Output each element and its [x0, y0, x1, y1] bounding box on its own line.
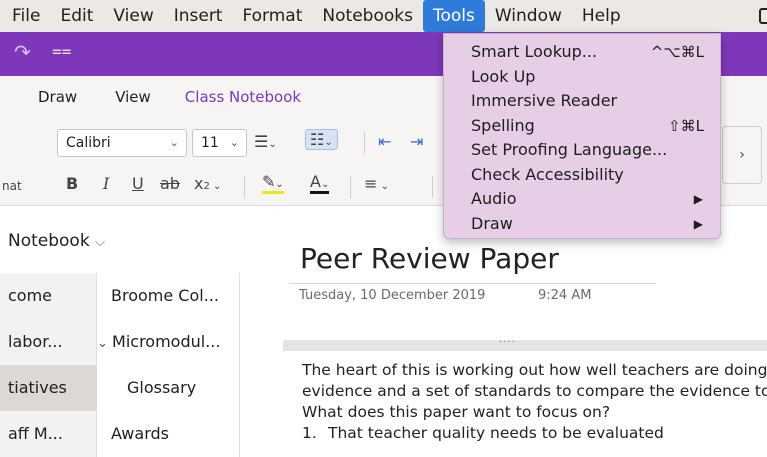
section-list: come labor... tiatives aff M...: [0, 273, 97, 457]
menu-item-label: Spelling: [471, 115, 535, 135]
subscript-icon[interactable]: x2 ⌄: [194, 174, 221, 193]
font-size-value: 11: [201, 135, 219, 151]
note-container-handle[interactable]: ····: [283, 337, 767, 351]
decrease-indent-icon[interactable]: ⇤: [378, 132, 391, 151]
font-size-select[interactable]: 11 ⌄: [192, 129, 247, 157]
font-name-select[interactable]: Calibri ⌄: [57, 129, 187, 157]
menu-item-immersive-reader[interactable]: Immersive Reader: [444, 89, 720, 114]
menu-item-label: Audio: [471, 189, 517, 208]
menu-item-label: Look Up: [471, 66, 536, 86]
menu-item-set-proofing-language[interactable]: Set Proofing Language...: [444, 138, 720, 163]
italic-icon[interactable]: I: [103, 174, 109, 193]
chevron-down-icon: ⌵: [95, 235, 105, 250]
menu-tools[interactable]: Tools: [422, 0, 485, 32]
menu-item-draw[interactable]: Draw ▶: [444, 212, 720, 237]
align-icon[interactable]: ≡ ⌄: [364, 174, 389, 193]
customize-icon[interactable]: ⩵: [52, 41, 72, 61]
page-date: Tuesday, 10 December 2019: [299, 288, 486, 303]
section-item[interactable]: labor...: [0, 319, 97, 365]
ribbon-divider: [432, 176, 433, 198]
page-title[interactable]: Peer Review Paper: [300, 242, 559, 275]
section-item[interactable]: come: [0, 273, 97, 319]
notebook-title: Notebook: [8, 231, 90, 251]
chevron-down-icon: ⌄: [229, 136, 239, 149]
ribbon-divider: [350, 176, 351, 198]
note-body[interactable]: The heart of this is working out how wel…: [302, 360, 767, 444]
ribbon-divider: [244, 176, 245, 198]
format-painter-label: nat: [2, 179, 22, 193]
page-time: 9:24 AM: [538, 288, 592, 303]
paragraph-line: The heart of this is working out how wel…: [302, 361, 767, 379]
submenu-arrow-icon: ▶: [693, 192, 703, 206]
page-item[interactable]: ⌄ Micromodul...: [97, 319, 240, 365]
menu-item-label: Check Accessibility: [471, 164, 624, 184]
increase-indent-icon[interactable]: ⇥: [410, 132, 423, 151]
submenu-arrow-icon: ▶: [693, 216, 703, 231]
font-color-icon[interactable]: A⌄: [310, 172, 330, 194]
numbered-list-icon[interactable]: ☷⌄: [305, 129, 338, 150]
menu-item-look-up[interactable]: Look Up: [444, 65, 720, 90]
underline-icon[interactable]: U: [132, 174, 144, 193]
menu-file[interactable]: File: [0, 0, 50, 32]
menu-item-audio[interactable]: Audio ▶: [444, 187, 720, 212]
chevron-down-icon: ⌄: [169, 136, 179, 149]
menu-item-label: Smart Lookup...: [471, 42, 598, 61]
bullet-list-icon[interactable]: ☰⌄: [254, 132, 277, 151]
menu-item-check-accessibility[interactable]: Check Accessibility: [444, 163, 720, 188]
ribbon-scroll-right-button[interactable]: ›: [722, 126, 762, 184]
chevron-down-icon[interactable]: ⌄: [97, 336, 112, 351]
strikethrough-icon[interactable]: ab: [160, 174, 180, 193]
redo-icon[interactable]: ↷: [14, 40, 31, 64]
paragraph-line: evidence and a set of standards to compa…: [302, 382, 767, 400]
page-item-label: Micromodul...: [112, 332, 221, 351]
shortcut-label: ^⌥⌘L: [650, 43, 704, 61]
menu-bar: File Edit View Insert Format Notebooks T…: [0, 0, 767, 32]
tab-class-notebook[interactable]: Class Notebook: [185, 88, 301, 106]
menu-item-label: Draw: [471, 213, 513, 233]
menu-edit[interactable]: Edit: [50, 0, 103, 32]
menu-item-label: Set Proofing Language...: [471, 140, 668, 159]
menu-notebooks[interactable]: Notebooks: [312, 0, 423, 32]
bold-icon[interactable]: B: [66, 174, 78, 193]
ribbon-tabs: Draw View Class Notebook: [0, 76, 301, 118]
menu-window[interactable]: Window: [485, 0, 572, 32]
tab-view[interactable]: View: [115, 88, 151, 106]
menu-item-smart-lookup[interactable]: Smart Lookup... ^⌥⌘L: [444, 40, 720, 65]
paragraph-line: What does this paper want to focus on?: [302, 403, 611, 421]
page-item[interactable]: Broome Col...: [97, 273, 240, 319]
font-name-value: Calibri: [66, 135, 111, 151]
menu-view[interactable]: View: [103, 0, 163, 32]
menu-help[interactable]: Help: [572, 0, 631, 32]
title-divider: [289, 283, 656, 284]
menu-insert[interactable]: Insert: [164, 0, 233, 32]
menu-format[interactable]: Format: [232, 0, 312, 32]
highlight-icon[interactable]: ✎⌄: [262, 172, 284, 194]
page-item[interactable]: Glossary: [97, 365, 240, 411]
list-number: 1.: [302, 424, 317, 442]
tab-draw[interactable]: Draw: [38, 88, 77, 106]
list-text: That teacher quality needs to be evaluat…: [328, 424, 664, 442]
menu-item-spelling[interactable]: Spelling ⇧⌘L: [444, 114, 720, 139]
section-item[interactable]: aff M...: [0, 411, 97, 457]
notebook-header[interactable]: Notebook ⌵: [0, 207, 240, 273]
page-list: Broome Col... ⌄ Micromodul... Glossary A…: [97, 273, 240, 457]
section-item-selected[interactable]: tiatives: [0, 365, 97, 411]
shortcut-label: ⇧⌘L: [668, 116, 704, 135]
menu-item-label: Immersive Reader: [471, 91, 618, 110]
status-icon[interactable]: [759, 8, 767, 24]
list-item: 1. That teacher quality needs to be eval…: [302, 423, 767, 444]
tools-menu: Smart Lookup... ^⌥⌘L Look Up Immersive Re…: [443, 33, 721, 239]
page-item[interactable]: Awards: [97, 411, 240, 457]
ribbon-divider: [364, 132, 365, 154]
